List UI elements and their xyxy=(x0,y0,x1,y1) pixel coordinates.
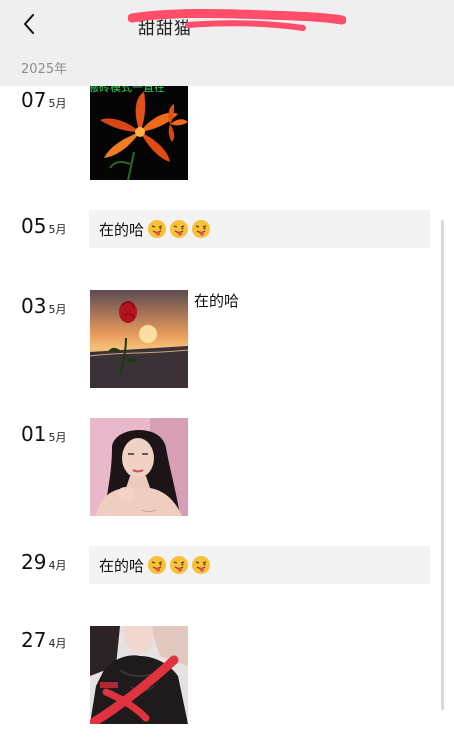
post-day: 29 xyxy=(21,550,47,574)
redaction-scribble xyxy=(128,8,346,31)
post-month: 4月 xyxy=(48,637,67,650)
post-date: 01 5月 xyxy=(21,422,66,446)
winking-face-tongue-icon xyxy=(191,555,211,575)
scrollbar[interactable] xyxy=(441,220,444,710)
post-date: 27 4月 xyxy=(21,628,66,652)
post-day: 01 xyxy=(21,422,47,446)
post-image[interactable]: 搬砖模式一直在 xyxy=(90,86,188,180)
chevron-left-icon xyxy=(22,13,36,39)
post-date: 29 4月 xyxy=(21,550,66,574)
post-month: 5月 xyxy=(48,97,67,110)
post-month: 5月 xyxy=(48,431,67,444)
moments-feed[interactable]: 07 5月 搬砖模式一直在 05 5月 在的哈 03 5月 在的哈 01 5月 … xyxy=(0,86,454,739)
moments-page: 甜甜猫 2025年 07 5月 搬砖模式一直在 05 5月 在的哈 03 5月 … xyxy=(0,0,454,739)
header-bar: 甜甜猫 2025年 xyxy=(0,0,454,86)
post-month: 5月 xyxy=(48,303,67,316)
post-text: 在的哈 xyxy=(99,220,145,239)
post-text: 在的哈 xyxy=(99,556,145,575)
post-date: 03 5月 xyxy=(21,294,66,318)
post-image[interactable] xyxy=(90,418,188,516)
winking-face-tongue-icon xyxy=(147,555,167,575)
winking-face-tongue-icon xyxy=(147,219,167,239)
year-label: 2025年 xyxy=(21,62,68,77)
post-day: 07 xyxy=(21,88,47,112)
post-month: 5月 xyxy=(48,223,67,236)
post-text-bubble[interactable]: 在的哈 xyxy=(89,546,430,584)
image-caption-text: 搬砖模式一直在 xyxy=(90,86,165,94)
post-text: 在的哈 xyxy=(194,292,240,310)
post-date: 05 5月 xyxy=(21,214,66,238)
post-day: 05 xyxy=(21,214,47,238)
post-image[interactable] xyxy=(90,626,188,724)
back-button[interactable] xyxy=(16,12,42,40)
post-month: 4月 xyxy=(48,559,67,572)
winking-face-tongue-icon xyxy=(169,219,189,239)
post-text-bubble[interactable]: 在的哈 xyxy=(89,210,430,248)
winking-face-tongue-icon xyxy=(169,555,189,575)
post-image[interactable] xyxy=(90,290,188,388)
post-day: 03 xyxy=(21,294,47,318)
winking-face-tongue-icon xyxy=(191,219,211,239)
post-date: 07 5月 xyxy=(21,88,66,112)
post-day: 27 xyxy=(21,628,47,652)
